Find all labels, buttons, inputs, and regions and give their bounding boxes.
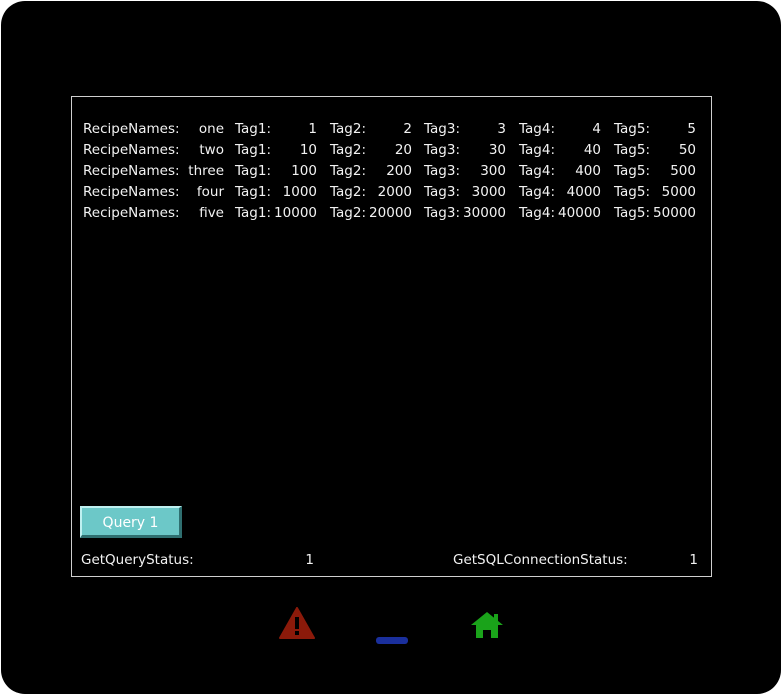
tag5-value: 5000 (661, 184, 696, 200)
tag1-value: 10 (299, 142, 317, 158)
recipe-row: RecipeNames: one Tag1: 1 Tag2: 2 Tag3: 3… (72, 119, 712, 140)
recipe-name-label: RecipeNames: (83, 205, 180, 221)
tag4-value: 400 (575, 163, 601, 179)
recipe-row: RecipeNames: four Tag1: 1000 Tag2: 2000 … (72, 182, 712, 203)
recipe-name-value: three (188, 163, 224, 179)
tag3-value: 3 (497, 121, 506, 137)
sql-connection-status-value: 1 (689, 552, 698, 568)
recipe-name-value: four (196, 184, 224, 200)
tag2-value: 20 (394, 142, 412, 158)
sql-connection-status-label: GetSQLConnectionStatus: (453, 552, 628, 568)
tag3-value: 30 (488, 142, 506, 158)
recipe-row: RecipeNames: two Tag1: 10 Tag2: 20 Tag3:… (72, 140, 712, 161)
recipe-screen: RecipeNames: one Tag1: 1 Tag2: 2 Tag3: 3… (71, 96, 712, 577)
recipe-name-label: RecipeNames: (83, 142, 180, 158)
tag5-value: 5 (687, 121, 696, 137)
tag1-value: 10000 (274, 205, 317, 221)
tag4-value: 40000 (558, 205, 601, 221)
home-icon[interactable] (470, 611, 504, 639)
tag5-value: 500 (670, 163, 696, 179)
tag4-value: 4 (592, 121, 601, 137)
tag3-value: 300 (480, 163, 506, 179)
tag5-value: 50000 (653, 205, 696, 221)
recipe-name-label: RecipeNames: (83, 163, 180, 179)
tag4-value: 4000 (566, 184, 601, 200)
recipe-row: RecipeNames: five Tag1: 10000 Tag2: 2000… (72, 203, 712, 224)
recipe-row: RecipeNames: three Tag1: 100 Tag2: 200 T… (72, 161, 712, 182)
minimize-icon[interactable] (376, 629, 408, 644)
query-1-button[interactable]: Query 1 (80, 506, 182, 538)
tag3-value: 3000 (471, 184, 506, 200)
tag4-value: 40 (583, 142, 601, 158)
tag2-value: 20000 (369, 205, 412, 221)
tag2-value: 2 (403, 121, 412, 137)
recipe-name-value: one (198, 121, 224, 137)
query-status-value: 1 (305, 552, 314, 568)
tag1-value: 1 (308, 121, 317, 137)
tag1-value: 100 (291, 163, 317, 179)
hmi-device-frame: RecipeNames: one Tag1: 1 Tag2: 2 Tag3: 3… (1, 1, 781, 694)
tag5-value: 50 (678, 142, 696, 158)
recipe-name-value: five (199, 205, 224, 221)
recipe-name-value: two (199, 142, 224, 158)
warning-icon[interactable] (279, 607, 315, 639)
tag1-value: 1000 (282, 184, 317, 200)
recipe-name-label: RecipeNames: (83, 121, 180, 137)
tag3-value: 30000 (463, 205, 506, 221)
tag2-value: 200 (386, 163, 412, 179)
recipe-name-label: RecipeNames: (83, 184, 180, 200)
tag2-value: 2000 (377, 184, 412, 200)
query-status-label: GetQueryStatus: (81, 552, 194, 568)
